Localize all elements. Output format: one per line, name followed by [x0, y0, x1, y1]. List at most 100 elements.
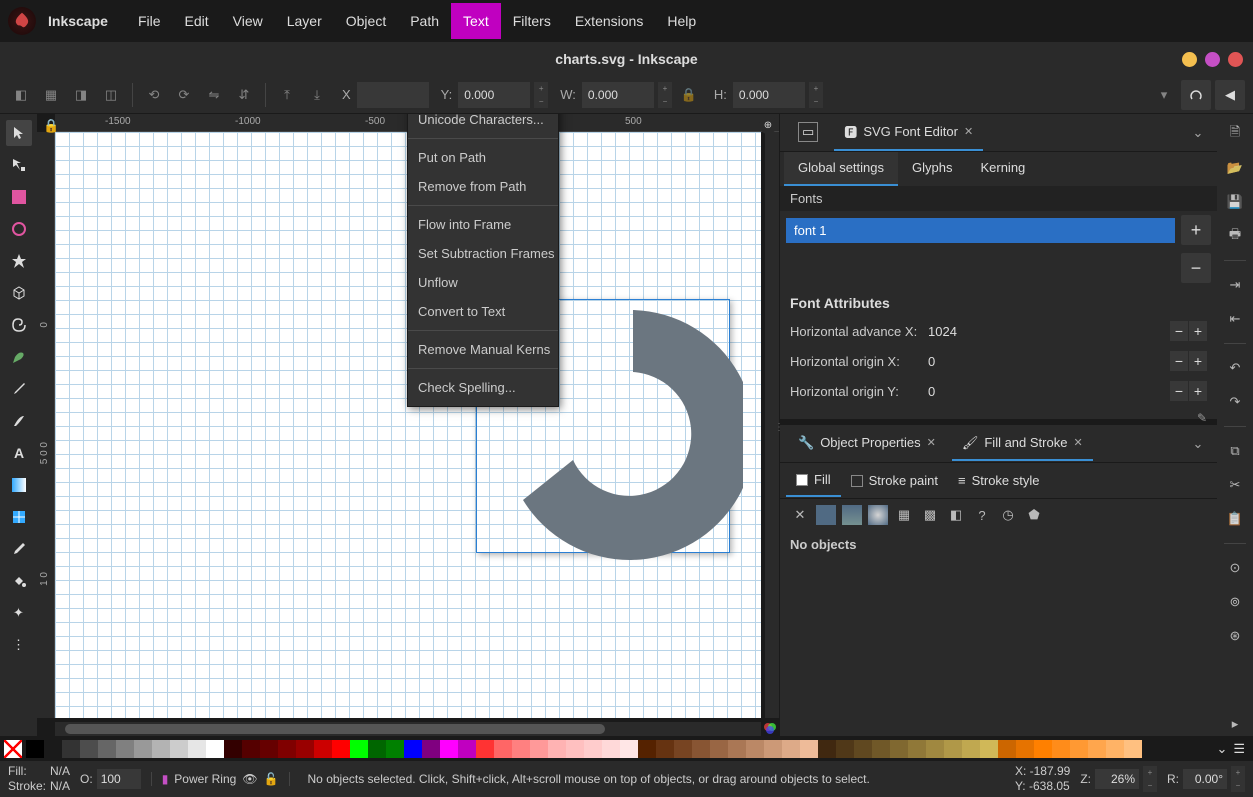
new-doc-icon[interactable]: 🗎	[1223, 122, 1247, 146]
fill-value[interactable]: N/A	[50, 764, 70, 778]
select-all-icon[interactable]: ◧	[8, 82, 34, 108]
palette-swatch[interactable]	[998, 740, 1016, 758]
palette-swatch[interactable]	[476, 740, 494, 758]
panel-tab-object-properties[interactable]: 🔧 Object Properties ✕	[788, 427, 946, 461]
y-spinner[interactable]: +−	[534, 82, 548, 108]
menu-unicode-chars[interactable]: Unicode Characters...	[408, 114, 558, 134]
palette-swatch[interactable]	[674, 740, 692, 758]
paintbucket-tool-icon[interactable]	[6, 568, 32, 594]
stroke-value[interactable]: N/A	[50, 779, 70, 793]
select-layers-icon[interactable]: ▦	[38, 82, 64, 108]
palette-swatch[interactable]	[818, 740, 836, 758]
window-close[interactable]	[1228, 52, 1243, 67]
zoom-input[interactable]	[1095, 769, 1139, 789]
import-icon[interactable]: ⇥	[1223, 273, 1247, 297]
guide-lock-icon[interactable]: 🔒	[43, 118, 59, 134]
paint-pattern-icon[interactable]: ▩	[920, 505, 940, 525]
zoom-drawing-icon[interactable]: ⊛	[1223, 624, 1247, 648]
palette-swatch[interactable]	[692, 740, 710, 758]
paint-swatch-icon[interactable]: ◧	[946, 505, 966, 525]
raise-top-icon[interactable]: ⤒	[274, 82, 300, 108]
close-panel-icon[interactable]: ✕	[964, 125, 973, 138]
palette-swatch[interactable]	[1016, 740, 1034, 758]
paint-radial-icon[interactable]	[868, 505, 888, 525]
palette-swatch[interactable]	[242, 740, 260, 758]
palette-swatch[interactable]	[44, 740, 62, 758]
menu-file[interactable]: File	[126, 3, 173, 39]
palette-swatch[interactable]	[782, 740, 800, 758]
hox-value[interactable]: 0	[928, 354, 988, 369]
palette-swatch[interactable]	[116, 740, 134, 758]
menu-help[interactable]: Help	[655, 3, 708, 39]
layer-name[interactable]: Power Ring	[174, 772, 236, 786]
h-spinner[interactable]: +−	[809, 82, 823, 108]
palette-swatch[interactable]	[944, 740, 962, 758]
menu-object[interactable]: Object	[334, 3, 398, 39]
canvas-area[interactable]: 🔒 -1500 -1000 -500 0 500 ⊕ 0 5 0 0 1 0 T…	[37, 114, 779, 736]
lock-aspect-icon[interactable]: 🔒	[676, 82, 702, 108]
tab-stroke-paint[interactable]: Stroke paint	[841, 465, 948, 496]
palette-swatch[interactable]	[1124, 740, 1142, 758]
menu-unflow[interactable]: Unflow	[408, 268, 558, 297]
rotate-ccw-icon[interactable]: ⟲	[141, 82, 167, 108]
palette-swatch[interactable]	[908, 740, 926, 758]
rotate-cw-icon[interactable]: ⟳	[171, 82, 197, 108]
strip-more-icon[interactable]: ▸	[1223, 712, 1247, 736]
color-display-icon[interactable]	[763, 721, 777, 735]
rect-tool-icon[interactable]	[6, 184, 32, 210]
lower-bottom-icon[interactable]: ⤓	[304, 82, 330, 108]
box3d-tool-icon[interactable]	[6, 280, 32, 306]
menu-put-on-path[interactable]: Put on Path	[408, 143, 558, 172]
palette-none-swatch[interactable]	[4, 740, 22, 758]
opacity-input[interactable]	[97, 769, 141, 789]
palette-swatch[interactable]	[566, 740, 584, 758]
paint-clock-icon[interactable]: ◷	[998, 505, 1018, 525]
rotation-input[interactable]	[1183, 769, 1227, 789]
palette-swatch[interactable]	[332, 740, 350, 758]
palette-swatch[interactable]	[206, 740, 224, 758]
palette-swatch[interactable]	[26, 740, 44, 758]
menu-path[interactable]: Path	[398, 3, 451, 39]
x-input[interactable]	[357, 82, 429, 108]
paint-linear-icon[interactable]	[842, 505, 862, 525]
paint-none-icon[interactable]: ✕	[790, 505, 810, 525]
palette-swatch[interactable]	[602, 740, 620, 758]
palette-swatch[interactable]	[98, 740, 116, 758]
menu-view[interactable]: View	[221, 3, 275, 39]
palette-swatch[interactable]	[512, 740, 530, 758]
spiral-tool-icon[interactable]	[6, 312, 32, 338]
zoom-fit-icon[interactable]: ⊙	[1223, 556, 1247, 580]
remove-font-button[interactable]: −	[1181, 253, 1211, 283]
palette-swatch[interactable]	[836, 740, 854, 758]
zoom-spinner[interactable]: +−	[1143, 766, 1157, 792]
hadv-value[interactable]: 1024	[928, 324, 988, 339]
palette-swatch[interactable]	[422, 740, 440, 758]
palette-swatch[interactable]	[368, 740, 386, 758]
palette-swatch[interactable]	[170, 740, 188, 758]
palette-swatch[interactable]	[638, 740, 656, 758]
palette-swatch[interactable]	[314, 740, 332, 758]
palette-swatch[interactable]	[260, 740, 278, 758]
tab-global-settings[interactable]: Global settings	[784, 152, 898, 186]
window-minimize[interactable]	[1182, 52, 1197, 67]
palette-swatch[interactable]	[962, 740, 980, 758]
menu-text[interactable]: Text	[451, 3, 501, 39]
tab-stroke-style[interactable]: ≡Stroke style	[948, 465, 1050, 496]
h-input[interactable]	[733, 82, 805, 108]
paste-icon[interactable]: 📋	[1223, 507, 1247, 531]
more-tools-icon[interactable]: ⋮	[6, 632, 32, 658]
menu-check-spelling[interactable]: Check Spelling...	[408, 373, 558, 402]
selector-tool-icon[interactable]	[6, 120, 32, 146]
print-icon[interactable]: 🖶	[1223, 224, 1247, 248]
menu-remove-from-path[interactable]: Remove from Path	[408, 172, 558, 201]
w-spinner[interactable]: +−	[658, 82, 672, 108]
palette-swatch[interactable]	[278, 740, 296, 758]
ruler-vertical[interactable]: 0 5 0 0 1 0	[37, 132, 55, 718]
rotation-spinner[interactable]: +−	[1231, 766, 1245, 792]
palette-swatch[interactable]	[152, 740, 170, 758]
palette-swatch[interactable]	[656, 740, 674, 758]
panel-chevron-icon[interactable]: ⌄	[1187, 125, 1209, 141]
close-panel-icon[interactable]: ✕	[1073, 436, 1082, 449]
palette-swatch[interactable]	[188, 740, 206, 758]
palette-swatch[interactable]	[1088, 740, 1106, 758]
